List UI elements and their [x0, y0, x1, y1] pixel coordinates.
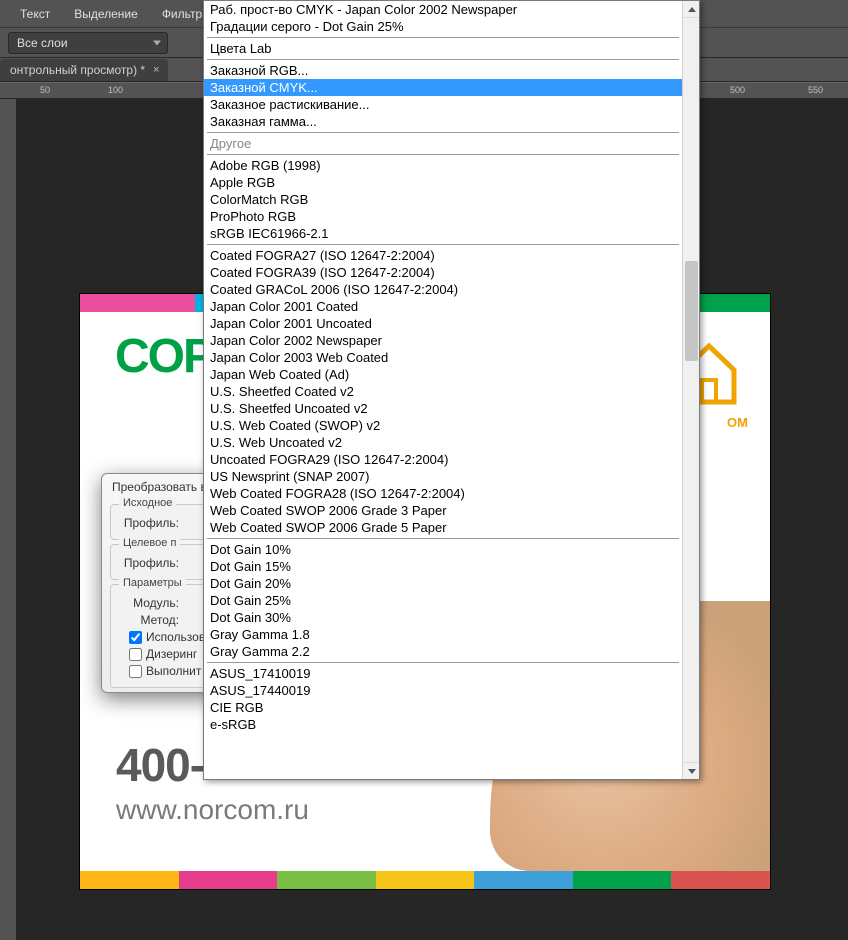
ruler-label: 50 [40, 85, 50, 95]
ruler-vertical [0, 99, 17, 940]
website-url: www.norcom.ru [116, 794, 309, 826]
document-tab[interactable]: онтрольный просмотр) * × [0, 59, 168, 81]
profile-option[interactable]: Coated FOGRA27 (ISO 12647-2:2004) [204, 247, 682, 264]
checkbox-label: Использов [146, 630, 205, 644]
scrollbar[interactable] [682, 1, 699, 779]
ruler-label: 100 [108, 85, 123, 95]
profile-option[interactable]: Adobe RGB (1998) [204, 157, 682, 174]
checkbox-input[interactable] [129, 648, 142, 661]
profile-option[interactable]: ColorMatch RGB [204, 191, 682, 208]
profile-option[interactable]: U.S. Sheetfed Coated v2 [204, 383, 682, 400]
profile-option[interactable]: Dot Gain 30% [204, 609, 682, 626]
close-icon[interactable]: × [151, 64, 161, 76]
profile-option[interactable]: Web Coated FOGRA28 (ISO 12647-2:2004) [204, 485, 682, 502]
profile-option[interactable]: Japan Color 2001 Uncoated [204, 315, 682, 332]
profile-option[interactable]: Заказной CMYK... [204, 79, 682, 96]
profile-option[interactable]: e-sRGB [204, 716, 682, 733]
profile-option[interactable]: Заказное растискивание... [204, 96, 682, 113]
scroll-down-icon[interactable] [683, 762, 700, 779]
profile-option[interactable]: Coated GRACoL 2006 (ISO 12647-2:2004) [204, 281, 682, 298]
group-label-target: Целевое п [119, 537, 180, 549]
checkbox-input[interactable] [129, 665, 142, 678]
work-area: COP OM 400- www.norcom.ru Преобразовать … [0, 99, 848, 940]
scroll-thumb[interactable] [685, 261, 698, 361]
profile-option[interactable]: Apple RGB [204, 174, 682, 191]
profile-option[interactable]: Цвета Lab [204, 40, 682, 57]
label-method: Метод: [119, 613, 179, 627]
ruler-label: 500 [730, 85, 745, 95]
group-label-params: Параметры [119, 577, 186, 589]
house-label: OM [727, 415, 748, 430]
menu-selection[interactable]: Выделение [62, 3, 150, 25]
profile-option[interactable]: Dot Gain 10% [204, 541, 682, 558]
profile-option[interactable]: ASUS_17440019 [204, 682, 682, 699]
profile-option[interactable]: ASUS_17410019 [204, 665, 682, 682]
label-module: Модуль: [119, 596, 179, 610]
profile-option[interactable]: Заказная гамма... [204, 113, 682, 130]
logo-text: COP [115, 329, 213, 384]
profile-option[interactable]: Web Coated SWOP 2006 Grade 3 Paper [204, 502, 682, 519]
profile-option[interactable]: ProPhoto RGB [204, 208, 682, 225]
profile-option[interactable]: U.S. Web Uncoated v2 [204, 434, 682, 451]
profile-option[interactable]: Japan Web Coated (Ad) [204, 366, 682, 383]
label-profile: Профиль: [119, 556, 179, 570]
profile-option[interactable]: Заказной RGB... [204, 62, 682, 79]
checkbox-input[interactable] [129, 631, 142, 644]
profile-option[interactable]: Gray Gamma 1.8 [204, 626, 682, 643]
checkbox-label: Дизеринг [146, 647, 197, 661]
checkbox-label: Выполнит [146, 664, 201, 678]
profile-option[interactable]: Coated FOGRA39 (ISO 12647-2:2004) [204, 264, 682, 281]
profile-option[interactable]: Dot Gain 20% [204, 575, 682, 592]
profile-option[interactable]: Dot Gain 25% [204, 592, 682, 609]
label-profile: Профиль: [119, 516, 179, 530]
profile-option[interactable]: U.S. Sheetfed Uncoated v2 [204, 400, 682, 417]
profile-option[interactable]: CIE RGB [204, 699, 682, 716]
profile-option[interactable]: US Newsprint (SNAP 2007) [204, 468, 682, 485]
profile-option[interactable]: Dot Gain 15% [204, 558, 682, 575]
menu-text[interactable]: Текст [8, 3, 62, 25]
phone-number: 400- [116, 738, 204, 792]
profile-option[interactable]: sRGB IEC61966-2.1 [204, 225, 682, 242]
ruler-label: 550 [808, 85, 823, 95]
profile-dropdown-menu[interactable]: Раб. прост-во CMYK - Japan Color 2002 Ne… [203, 0, 700, 780]
profile-option[interactable]: Uncoated FOGRA29 (ISO 12647-2:2004) [204, 451, 682, 468]
menu-heading: Другое [204, 135, 682, 152]
scroll-up-icon[interactable] [683, 1, 700, 18]
profile-option[interactable]: Japan Color 2001 Coated [204, 298, 682, 315]
profile-option[interactable]: Web Coated SWOP 2006 Grade 5 Paper [204, 519, 682, 536]
layers-dropdown[interactable]: Все слои [8, 32, 168, 54]
group-label-source: Исходное [119, 497, 176, 509]
profile-option[interactable]: Раб. прост-во CMYK - Japan Color 2002 Ne… [204, 1, 682, 18]
tab-title: онтрольный просмотр) * [10, 63, 145, 77]
profile-option[interactable]: Градации серого - Dot Gain 25% [204, 18, 682, 35]
profile-option[interactable]: Gray Gamma 2.2 [204, 643, 682, 660]
brand-stripe-bottom [80, 871, 770, 889]
profile-option[interactable]: U.S. Web Coated (SWOP) v2 [204, 417, 682, 434]
profile-option[interactable]: Japan Color 2003 Web Coated [204, 349, 682, 366]
profile-option[interactable]: Japan Color 2002 Newspaper [204, 332, 682, 349]
